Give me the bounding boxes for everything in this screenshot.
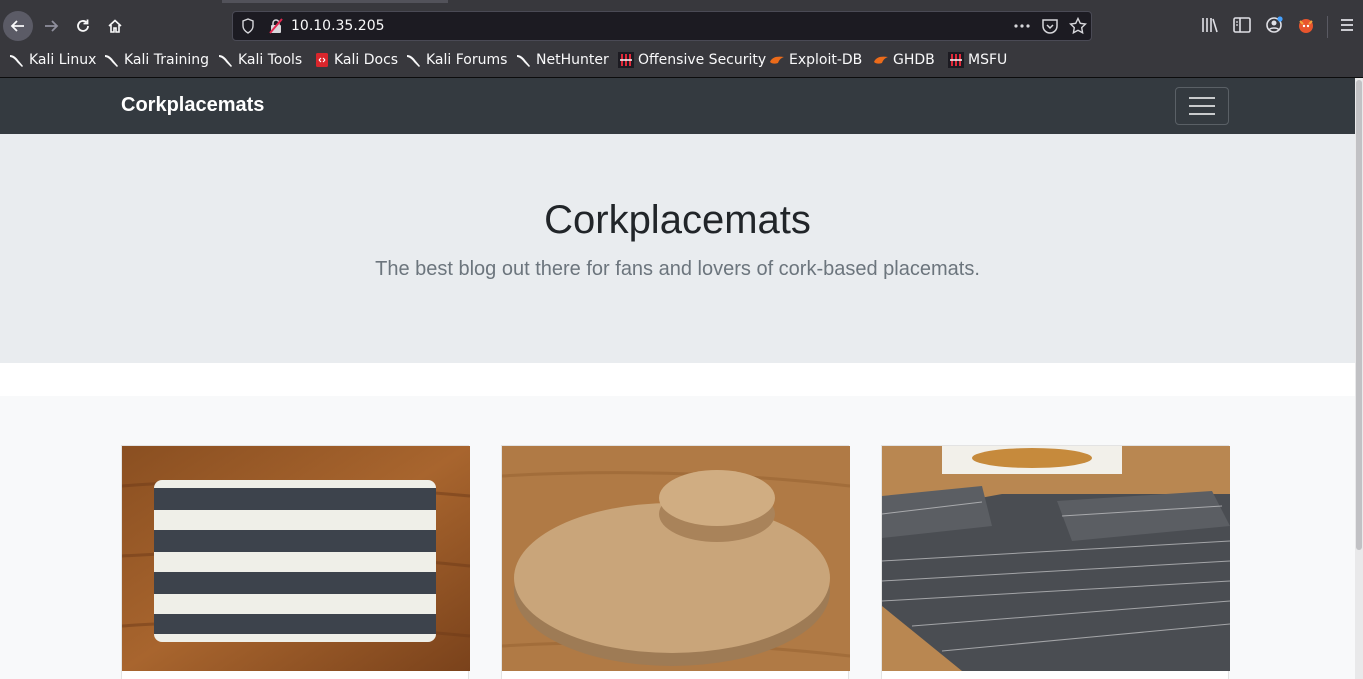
home-button[interactable] xyxy=(100,11,130,41)
hamburger-bar xyxy=(1189,105,1215,107)
forward-button[interactable] xyxy=(36,11,66,41)
hero-title: Corkplacemats xyxy=(544,198,811,242)
kali-dragon-icon xyxy=(406,52,422,68)
sidebar-icon[interactable] xyxy=(1232,15,1252,39)
round-cork-mats-photo[interactable] xyxy=(502,446,850,671)
home-icon xyxy=(108,19,122,33)
reload-icon xyxy=(77,19,89,32)
offsec-icon xyxy=(618,52,634,68)
arrow-right-icon xyxy=(45,20,59,32)
reload-button[interactable] xyxy=(68,11,98,41)
navbar-toggle-button[interactable] xyxy=(1175,87,1229,125)
bookmark-label: Kali Training xyxy=(124,52,209,68)
bookmark-offensive-security[interactable]: Offensive Security xyxy=(618,52,766,68)
insecure-lock-icon[interactable] xyxy=(268,18,284,38)
kali-dragon-icon xyxy=(104,52,120,68)
hamburger-bar xyxy=(1189,113,1215,115)
browser-chrome: 10.10.35.205 Kali Linux Kali Training Ka… xyxy=(0,0,1363,78)
scrollbar-thumb[interactable] xyxy=(1356,80,1362,550)
exploitdb-icon xyxy=(769,52,785,68)
hamburger-bar xyxy=(1189,97,1215,99)
bookmark-nethunter[interactable]: NetHunter xyxy=(516,52,609,68)
page-actions-icon[interactable] xyxy=(1013,17,1031,39)
striped-placemat-photo[interactable] xyxy=(122,446,470,671)
blog-card[interactable] xyxy=(121,445,470,679)
arrow-left-icon xyxy=(10,20,24,32)
bookmark-kali-docs[interactable]: Kali Docs xyxy=(314,52,398,68)
account-icon[interactable] xyxy=(1264,15,1284,39)
library-icon[interactable] xyxy=(1200,15,1220,39)
active-tab-indicator xyxy=(222,0,448,3)
bookmark-label: Kali Linux xyxy=(29,52,97,68)
bookmark-label: GHDB xyxy=(893,52,935,68)
kali-dragon-icon xyxy=(516,52,532,68)
url-text[interactable]: 10.10.35.205 xyxy=(291,18,385,34)
bookmark-ghdb[interactable]: GHDB xyxy=(873,52,935,68)
menu-hamburger-icon[interactable] xyxy=(1338,15,1356,39)
site-brand-link[interactable]: Corkplacemats xyxy=(121,94,264,117)
bookmark-label: Offensive Security xyxy=(638,52,767,68)
toolbar-separator xyxy=(1327,16,1328,38)
tracking-shield-icon[interactable] xyxy=(241,18,255,38)
back-button[interactable] xyxy=(3,11,33,41)
kali-dragon-icon xyxy=(218,52,234,68)
bookmark-label: Kali Tools xyxy=(238,52,303,68)
bookmark-kali-forums[interactable]: Kali Forums xyxy=(406,52,507,68)
hero-lead-text: The best blog out there for fans and lov… xyxy=(375,258,980,280)
pocket-icon[interactable] xyxy=(1041,17,1059,39)
offsec-icon xyxy=(948,52,964,68)
bookmark-label: NetHunter xyxy=(536,52,609,68)
bookmark-label: MSFU xyxy=(968,52,1008,68)
kali-docs-icon xyxy=(314,52,330,68)
patterned-grey-placemat-photo[interactable] xyxy=(882,446,1230,671)
bookmark-label: Kali Docs xyxy=(334,52,399,68)
bookmarks-toolbar: Kali Linux Kali Training Kali Tools Kali… xyxy=(0,48,1363,76)
bookmark-label: Exploit-DB xyxy=(789,52,863,68)
page-scrollbar[interactable] xyxy=(1355,78,1363,679)
browser-toolbar: 10.10.35.205 xyxy=(0,7,1363,45)
exploitdb-icon xyxy=(873,52,889,68)
bookmark-kali-training[interactable]: Kali Training xyxy=(104,52,209,68)
bookmark-star-icon[interactable] xyxy=(1068,16,1088,39)
bookmark-msfu[interactable]: MSFU xyxy=(948,52,1007,68)
site-navbar: Corkplacemats xyxy=(0,78,1355,134)
blog-card[interactable] xyxy=(881,445,1230,679)
kali-dragon-icon xyxy=(9,52,25,68)
extension-fox-icon[interactable] xyxy=(1296,15,1316,39)
hero-jumbotron: Corkplacemats The best blog out there fo… xyxy=(0,134,1355,363)
address-bar[interactable]: 10.10.35.205 xyxy=(232,11,1092,41)
bookmark-exploit-db[interactable]: Exploit-DB xyxy=(769,52,862,68)
blog-card[interactable] xyxy=(501,445,850,679)
album-section xyxy=(0,396,1355,679)
bookmark-kali-tools[interactable]: Kali Tools xyxy=(218,52,302,68)
bookmark-label: Kali Forums xyxy=(426,52,508,68)
web-page: Corkplacemats Corkplacemats The best blo… xyxy=(0,78,1355,679)
bookmark-kali-linux[interactable]: Kali Linux xyxy=(9,52,96,68)
